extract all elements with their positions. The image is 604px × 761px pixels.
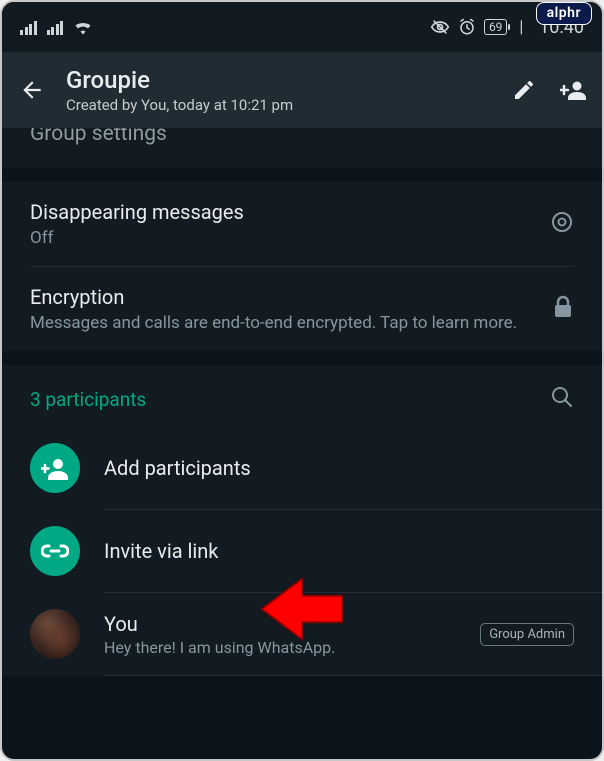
participants-count: 3 participants <box>30 388 146 411</box>
encryption-row[interactable]: Encryption Messages and calls are end-to… <box>2 267 602 351</box>
disappearing-messages-row[interactable]: Disappearing messages Off <box>2 182 602 266</box>
app-header: Groupie Created by You, today at 10:21 p… <box>2 52 602 128</box>
encryption-title: Encryption <box>30 285 536 309</box>
group-settings-label: Group settings <box>30 128 167 146</box>
search-participants-button[interactable] <box>550 385 574 413</box>
disappearing-value: Off <box>30 228 534 248</box>
group-title: Groupie <box>66 66 496 94</box>
add-participants-label: Add participants <box>104 456 251 480</box>
signal-icon-1 <box>20 19 37 35</box>
eye-off-icon <box>430 20 450 34</box>
add-participants-row[interactable]: Add participants <box>2 427 602 509</box>
alphr-watermark: alphr <box>536 2 592 25</box>
group-admin-badge: Group Admin <box>480 623 574 646</box>
group-settings-row[interactable]: Group settings <box>2 128 602 168</box>
annotation-arrow-icon <box>257 574 347 644</box>
lock-icon <box>552 295 574 323</box>
invite-via-link-label: Invite via link <box>104 539 218 563</box>
back-button[interactable] <box>12 70 52 110</box>
avatar <box>30 609 80 659</box>
add-person-icon <box>30 443 80 493</box>
edit-button[interactable] <box>510 76 538 104</box>
signal-icon-2 <box>47 19 64 35</box>
battery-bar-icon: ❘ <box>515 19 527 35</box>
timer-icon <box>550 210 574 238</box>
group-subtitle: Created by You, today at 10:21 pm <box>66 96 496 114</box>
participants-header: 3 participants <box>2 365 602 427</box>
battery-indicator: 69 <box>484 19 508 35</box>
alarm-icon <box>458 18 476 36</box>
encryption-desc: Messages and calls are end-to-end encryp… <box>30 313 536 333</box>
add-person-button[interactable] <box>560 76 588 104</box>
wifi-icon <box>73 19 93 35</box>
status-bar: 69 ❘ 10:40 <box>2 2 602 52</box>
disappearing-title: Disappearing messages <box>30 200 534 224</box>
link-icon <box>30 526 80 576</box>
